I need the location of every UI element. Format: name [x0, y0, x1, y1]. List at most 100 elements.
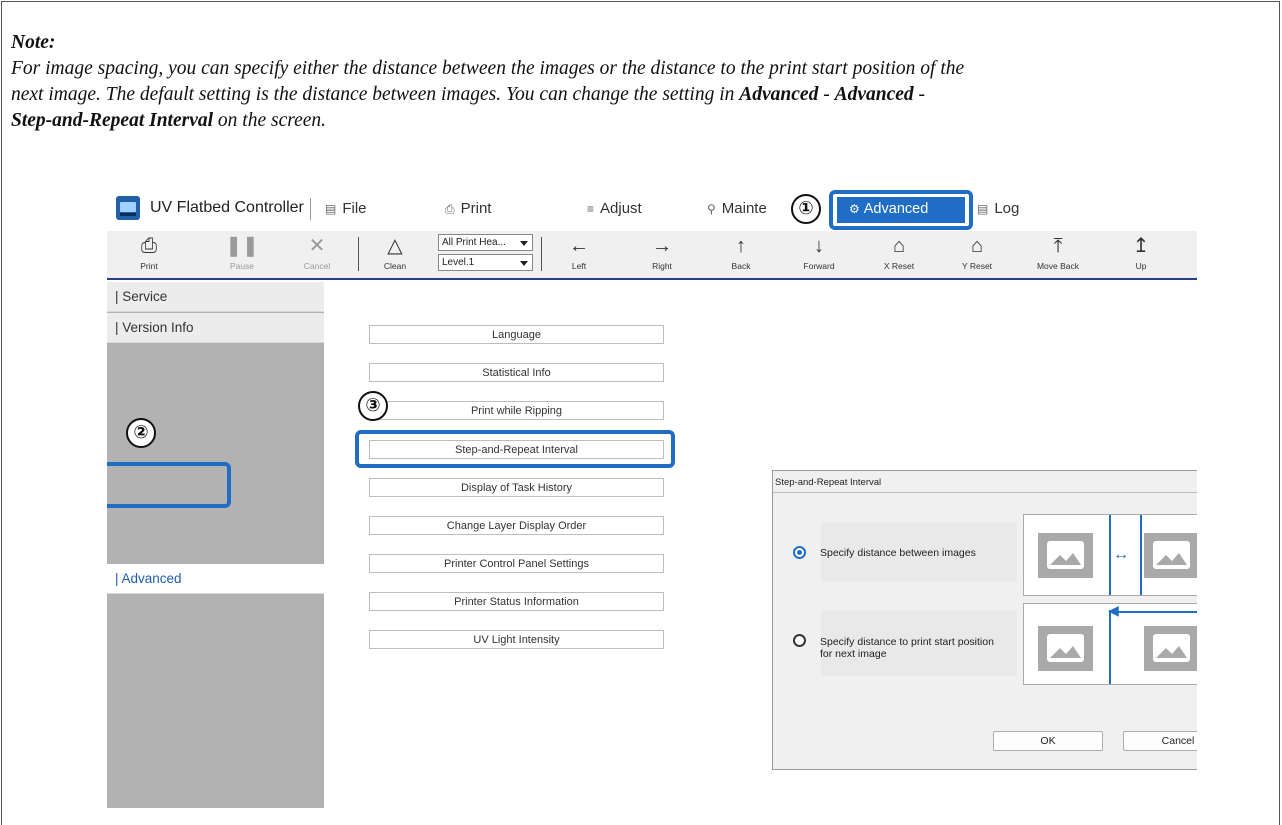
pause-button[interactable]: ❚❚ Pause — [212, 233, 272, 271]
radio-option-2-label-line1: Specify distance to print start position — [820, 636, 994, 648]
menu-mainte[interactable]: ⚲ Mainte — [707, 200, 767, 217]
note-bold-step-repeat: Step-and-Repeat Interval — [11, 110, 214, 131]
printer-control-panel-settings-button[interactable]: Printer Control Panel Settings — [369, 554, 664, 573]
forward-button[interactable]: ↓ Forward — [789, 233, 849, 271]
title-divider — [310, 198, 311, 220]
start-arrow-line — [1110, 611, 1197, 613]
printer-icon: ⎙ — [445, 202, 455, 216]
note-bold-advanced-2: Advanced — [834, 84, 914, 105]
menu-adjust-label: Adjust — [600, 200, 642, 217]
menu-log-label: Log — [994, 200, 1020, 217]
print-button[interactable]: ⎙ Print — [119, 233, 179, 271]
callout-box-advanced-sidebar — [107, 462, 231, 508]
image-edge-line — [1109, 515, 1111, 595]
callout-number-1: ① — [791, 194, 821, 224]
statistical-info-button[interactable]: Statistical Info — [369, 363, 664, 382]
arrow-left-icon: ◀ — [1108, 603, 1119, 618]
chevron-down-icon — [520, 241, 528, 246]
pause-icon: ❚❚ — [225, 235, 259, 257]
sidebar: | Service | Version Info | Advanced — [107, 282, 324, 808]
radio-option-1-label: Specify distance between images — [820, 547, 976, 559]
print-head-select-value: All Print Hea... — [442, 237, 506, 248]
move-back-icon: ⤒ — [1053, 235, 1063, 257]
pause-button-label: Pause — [229, 261, 255, 271]
clean-button[interactable]: △ Clean — [365, 233, 425, 271]
x-reset-button[interactable]: ⌂ X Reset — [869, 233, 929, 271]
adjust-icon: ≡ — [587, 202, 595, 216]
forward-button-label: Forward — [803, 261, 835, 271]
print-while-ripping-button[interactable]: Print while Ripping — [369, 401, 664, 420]
image-placeholder-icon — [1144, 533, 1197, 578]
left-button-label: Left — [571, 261, 587, 271]
arrow-left-icon: ← — [569, 235, 589, 257]
sidebar-item-version-info[interactable]: | Version Info — [107, 313, 324, 343]
note-sep-2: - — [913, 84, 926, 105]
wrench-icon: ⚲ — [707, 202, 716, 216]
note-line-3: on the screen. — [213, 110, 327, 131]
chevron-down-icon — [520, 261, 528, 266]
raise-icon: ↥ — [1132, 235, 1150, 257]
cancel-button[interactable]: ✕ Cancel — [287, 233, 347, 271]
menu-print-label: Print — [460, 200, 492, 217]
dialog-title: Step-and-Repeat Interval — [775, 477, 882, 488]
back-button[interactable]: ↑ Back — [711, 233, 771, 271]
level-select[interactable]: Level.1 — [438, 254, 533, 271]
level-select-value: Level.1 — [442, 257, 475, 268]
image-placeholder-icon — [1144, 626, 1197, 671]
note-line-2: next image. The default setting is the d… — [11, 84, 740, 105]
callout-number-3: ③ — [358, 391, 388, 421]
change-layer-display-order-button[interactable]: Change Layer Display Order — [369, 516, 664, 535]
printer-status-information-button[interactable]: Printer Status Information — [369, 592, 664, 611]
home-y-icon: ⌂ — [970, 235, 984, 257]
note-body: For image spacing, you can specify eithe… — [11, 56, 1273, 134]
right-button-label: Right — [652, 261, 672, 271]
x-reset-button-label: X Reset — [883, 261, 915, 271]
note-line-1: For image spacing, you can specify eithe… — [11, 58, 965, 79]
callout-box-step-and-repeat — [355, 430, 675, 468]
note-block: Note: For image spacing, you can specify… — [11, 30, 1273, 134]
menu-log[interactable]: ▤ Log — [977, 200, 1019, 217]
image-edge-line — [1140, 515, 1142, 595]
printer-icon: ⎙ — [141, 235, 157, 257]
note-title: Note: — [11, 32, 56, 53]
illustration-between-images: ↔ — [1023, 514, 1197, 596]
ok-button[interactable]: OK — [993, 731, 1103, 751]
right-button[interactable]: → Right — [632, 233, 692, 271]
y-reset-button-label: Y Reset — [961, 261, 993, 271]
print-button-label: Print — [140, 261, 158, 271]
log-icon: ▤ — [977, 202, 989, 216]
left-button[interactable]: ← Left — [549, 233, 609, 271]
back-button-label: Back — [731, 261, 751, 271]
menu-print[interactable]: ⎙ Print — [445, 200, 491, 217]
print-head-select[interactable]: All Print Hea... — [438, 234, 533, 251]
start-position-line — [1109, 610, 1111, 684]
note-bold-advanced-1: Advanced — [739, 84, 819, 105]
image-placeholder-icon — [1038, 626, 1093, 671]
move-back-button[interactable]: ⤒ Move Back — [1028, 233, 1088, 271]
callout-box-advanced-menu — [829, 190, 973, 230]
file-icon: ▤ — [325, 202, 337, 216]
display-of-task-history-button[interactable]: Display of Task History — [369, 478, 664, 497]
y-reset-button[interactable]: ⌂ Y Reset — [947, 233, 1007, 271]
dialog-cancel-button[interactable]: Cancel — [1123, 731, 1197, 751]
app-screenshot: UV Flatbed Controller ▤ File ⎙ Print ≡ Adju… — [107, 188, 1197, 808]
menu-file[interactable]: ▤ File — [325, 200, 367, 217]
app-logo-icon — [116, 196, 140, 220]
toolbar: ⎙ Print ❚❚ Pause ✕ Cancel △ Clean All Pr… — [107, 231, 1197, 280]
sidebar-item-advanced[interactable]: | Advanced — [107, 564, 324, 594]
radio-checked-icon[interactable] — [793, 546, 806, 559]
sidebar-item-service[interactable]: | Service — [107, 282, 324, 312]
step-and-repeat-dialog: Step-and-Repeat Interval Specify distanc… — [772, 470, 1197, 770]
up-button[interactable]: ↥ Up — [1111, 233, 1171, 271]
uv-light-intensity-button[interactable]: UV Light Intensity — [369, 630, 664, 649]
radio-option-2-label-line2: for next image — [820, 648, 887, 660]
toolbar-divider — [358, 237, 359, 271]
language-button[interactable]: Language — [369, 325, 664, 344]
note-sep-1: - — [818, 84, 835, 105]
radio-unchecked-icon[interactable] — [793, 634, 806, 647]
clean-icon: △ — [387, 235, 403, 257]
dialog-divider — [773, 492, 1197, 493]
toolbar-divider — [541, 237, 542, 271]
image-placeholder-icon — [1038, 533, 1093, 578]
menu-adjust[interactable]: ≡ Adjust — [587, 200, 642, 217]
